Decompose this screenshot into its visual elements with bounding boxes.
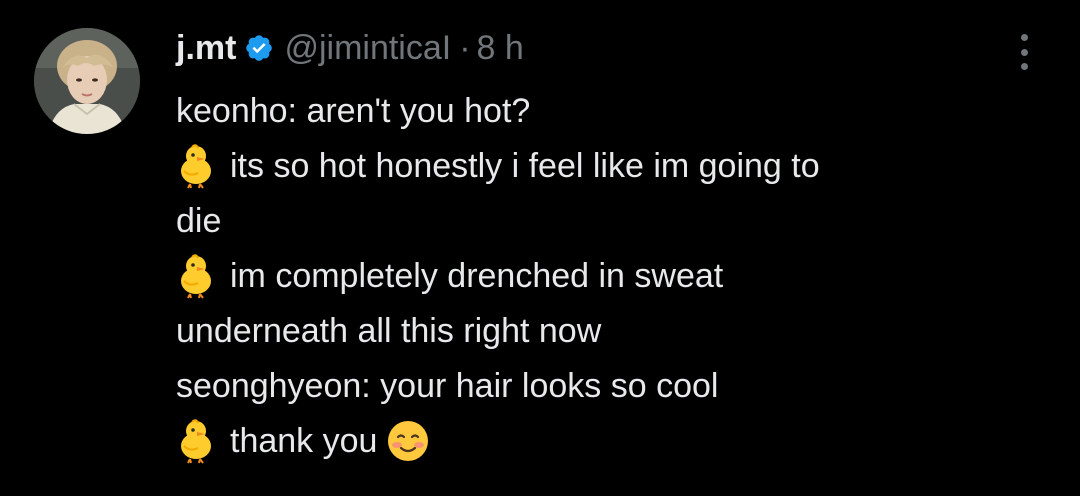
tweet-line-1: keonho: aren't you hot?	[176, 92, 531, 130]
tweet-text: keonho: aren't you hot? its so hot hones…	[176, 84, 1036, 469]
baby-chick-icon	[176, 143, 216, 189]
tweet-line-3: die	[176, 202, 222, 240]
tweet-line-4: im completely drenched in sweat	[176, 249, 1036, 304]
separator-dot: ·	[459, 28, 471, 67]
more-options-icon[interactable]	[1012, 34, 1036, 70]
baby-chick-icon	[176, 253, 216, 299]
timestamp[interactable]: 8 h	[477, 29, 524, 68]
avatar[interactable]	[34, 28, 140, 134]
user-handle[interactable]: @jiminticaI	[284, 29, 451, 68]
verified-badge-icon	[244, 33, 274, 63]
display-name[interactable]: j.mt	[176, 29, 236, 68]
tweet-line-6: seonghyeon: your hair looks so cool	[176, 367, 719, 405]
baby-chick-icon	[176, 418, 216, 464]
avatar-image	[34, 28, 140, 134]
tweet-line-2: its so hot honestly i feel like im going…	[176, 139, 1036, 194]
smiling-face-icon	[387, 420, 429, 462]
tweet-header: j.mt @jiminticaI · 8 h	[176, 26, 524, 70]
tweet-line-5: underneath all this right now	[176, 312, 602, 350]
tweet-line-7: thank you	[176, 414, 1036, 469]
